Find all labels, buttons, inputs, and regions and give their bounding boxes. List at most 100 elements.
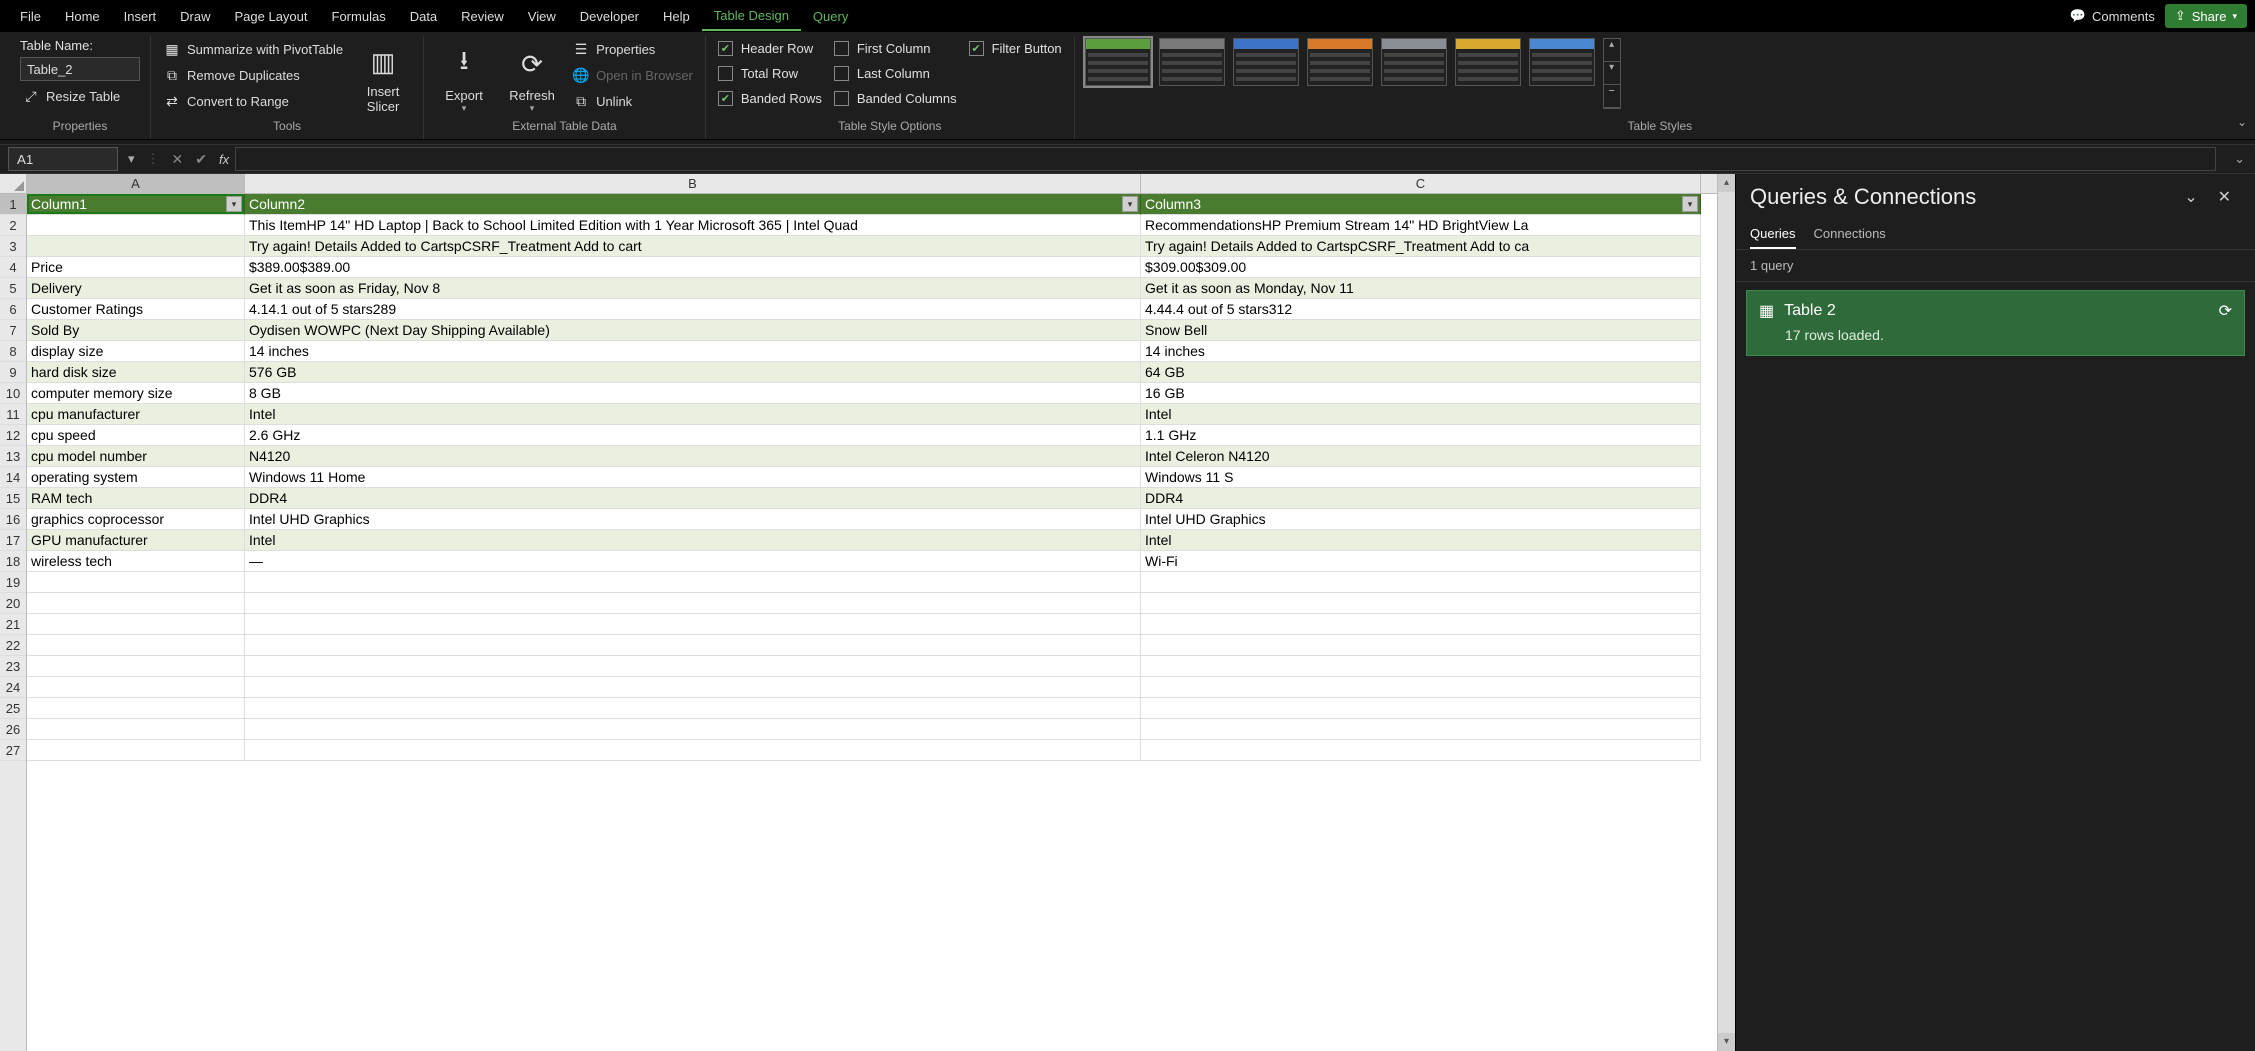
scroll-down-icon[interactable]: ▾	[1718, 1033, 1735, 1051]
row-header[interactable]: 26	[0, 719, 26, 740]
menu-page-layout[interactable]: Page Layout	[223, 3, 320, 30]
table-cell[interactable]: Intel	[245, 404, 1141, 425]
formula-input[interactable]	[235, 147, 2216, 171]
formula-expand-icon[interactable]: ⌄	[2224, 151, 2255, 167]
table-cell[interactable]: wireless tech	[27, 551, 245, 572]
table-cell[interactable]	[27, 656, 245, 677]
table-cell[interactable]: Snow Bell	[1141, 320, 1701, 341]
table-cell[interactable]	[27, 593, 245, 614]
table-cell[interactable]: Try again! Details Added to CartspCSRF_T…	[1141, 236, 1701, 257]
table-style-thumb[interactable]	[1159, 38, 1225, 86]
row-header[interactable]: 2	[0, 215, 26, 236]
table-cell[interactable]	[27, 740, 245, 761]
row-header[interactable]: 10	[0, 383, 26, 404]
filter-dropdown-icon[interactable]: ▾	[1122, 196, 1138, 212]
row-header[interactable]: 24	[0, 677, 26, 698]
tab-connections[interactable]: Connections	[1814, 220, 1886, 249]
query-refresh-icon[interactable]: ⟳	[2219, 301, 2232, 321]
table-cell[interactable]: Intel UHD Graphics	[245, 509, 1141, 530]
table-cell[interactable]: hard disk size	[27, 362, 245, 383]
cancel-formula-icon[interactable]: ✕	[166, 151, 190, 168]
menu-view[interactable]: View	[516, 3, 568, 30]
row-header[interactable]: 1	[0, 194, 26, 215]
table-cell[interactable]: DDR4	[245, 488, 1141, 509]
row-header[interactable]: 16	[0, 509, 26, 530]
table-cell[interactable]: $309.00$309.00	[1141, 257, 1701, 278]
convert-range-button[interactable]: ⇄ Convert to Range	[161, 90, 345, 112]
table-cell[interactable]: RAM tech	[27, 488, 245, 509]
table-header-cell[interactable]: Column3▾	[1141, 194, 1701, 215]
check-filter-button[interactable]: Filter Button	[967, 38, 1064, 59]
table-cell[interactable]	[1141, 698, 1701, 719]
table-cell[interactable]	[27, 572, 245, 593]
check-banded-rows[interactable]: Banded Rows	[716, 88, 824, 109]
menu-help[interactable]: Help	[651, 3, 702, 30]
table-cell[interactable]: 64 GB	[1141, 362, 1701, 383]
table-cell[interactable]: 16 GB	[1141, 383, 1701, 404]
check-first-column[interactable]: First Column	[832, 38, 959, 59]
table-cell[interactable]	[27, 635, 245, 656]
table-cell[interactable]: 4.44.4 out of 5 stars312	[1141, 299, 1701, 320]
resize-table-button[interactable]: ⤢ Resize Table	[20, 85, 140, 107]
table-style-thumb[interactable]	[1085, 38, 1151, 86]
table-cell[interactable]: Oydisen WOWPC (Next Day Shipping Availab…	[245, 320, 1141, 341]
table-cell[interactable]: Wi-Fi	[1141, 551, 1701, 572]
table-header-cell[interactable]: Column2▾	[245, 194, 1141, 215]
query-item[interactable]: ▦ Table 2 ⟳ 17 rows loaded.	[1746, 290, 2245, 356]
table-cell[interactable]	[245, 593, 1141, 614]
row-header[interactable]: 14	[0, 467, 26, 488]
row-header[interactable]: 8	[0, 341, 26, 362]
table-style-thumb[interactable]	[1233, 38, 1299, 86]
table-cell[interactable]	[27, 236, 245, 257]
table-header-cell[interactable]: Column1▾	[27, 194, 245, 215]
menu-table-design[interactable]: Table Design	[702, 2, 801, 31]
row-header[interactable]: 19	[0, 572, 26, 593]
table-cell[interactable]	[245, 719, 1141, 740]
table-cell[interactable]	[245, 635, 1141, 656]
table-cell[interactable]	[1141, 740, 1701, 761]
table-cell[interactable]: RecommendationsHP Premium Stream 14" HD …	[1141, 215, 1701, 236]
menu-review[interactable]: Review	[449, 3, 516, 30]
table-cell[interactable]: Intel	[1141, 404, 1701, 425]
comments-button[interactable]: 💬 Comments	[2060, 4, 2165, 28]
menu-formulas[interactable]: Formulas	[320, 3, 398, 30]
table-cell[interactable]	[27, 719, 245, 740]
table-cell[interactable]: computer memory size	[27, 383, 245, 404]
tab-queries[interactable]: Queries	[1750, 220, 1796, 249]
table-cell[interactable]: 1.1 GHz	[1141, 425, 1701, 446]
ribbon-collapse-button[interactable]: ⌄	[2237, 115, 2247, 129]
table-cell[interactable]: 14 inches	[245, 341, 1141, 362]
table-cell[interactable]: cpu model number	[27, 446, 245, 467]
row-header[interactable]: 23	[0, 656, 26, 677]
gallery-up-icon[interactable]: ▴	[1604, 39, 1620, 62]
summarize-pivot-button[interactable]: ▦ Summarize with PivotTable	[161, 38, 345, 60]
row-header[interactable]: 4	[0, 257, 26, 278]
table-cell[interactable]: Customer Ratings	[27, 299, 245, 320]
table-cell[interactable]: cpu manufacturer	[27, 404, 245, 425]
namebox-dropdown-icon[interactable]: ▾	[122, 151, 141, 167]
table-cell[interactable]: Intel Celeron N4120	[1141, 446, 1701, 467]
row-header[interactable]: 6	[0, 299, 26, 320]
insert-slicer-button[interactable]: ▥ Insert Slicer	[353, 38, 413, 116]
column-header[interactable]: A	[27, 174, 245, 193]
cells-area[interactable]: Column1▾Column2▾Column3▾This ItemHP 14" …	[27, 194, 1717, 1051]
menu-insert[interactable]: Insert	[112, 3, 169, 30]
table-cell[interactable]: $389.00$389.00	[245, 257, 1141, 278]
select-all-corner[interactable]	[0, 174, 27, 194]
table-cell[interactable]: 576 GB	[245, 362, 1141, 383]
table-cell[interactable]	[27, 698, 245, 719]
row-header[interactable]: 22	[0, 635, 26, 656]
table-cell[interactable]: Intel	[1141, 530, 1701, 551]
table-cell[interactable]	[245, 677, 1141, 698]
filter-dropdown-icon[interactable]: ▾	[226, 196, 242, 212]
table-cell[interactable]: Price	[27, 257, 245, 278]
column-header[interactable]: C	[1141, 174, 1701, 193]
remove-duplicates-button[interactable]: ⧉ Remove Duplicates	[161, 64, 345, 86]
table-style-thumb[interactable]	[1455, 38, 1521, 86]
share-button[interactable]: ⇪ Share ▾	[2165, 4, 2247, 28]
table-cell[interactable]: Get it as soon as Monday, Nov 11	[1141, 278, 1701, 299]
table-cell[interactable]: Get it as soon as Friday, Nov 8	[245, 278, 1141, 299]
table-cell[interactable]	[27, 215, 245, 236]
menu-home[interactable]: Home	[53, 3, 112, 30]
table-cell[interactable]: 14 inches	[1141, 341, 1701, 362]
